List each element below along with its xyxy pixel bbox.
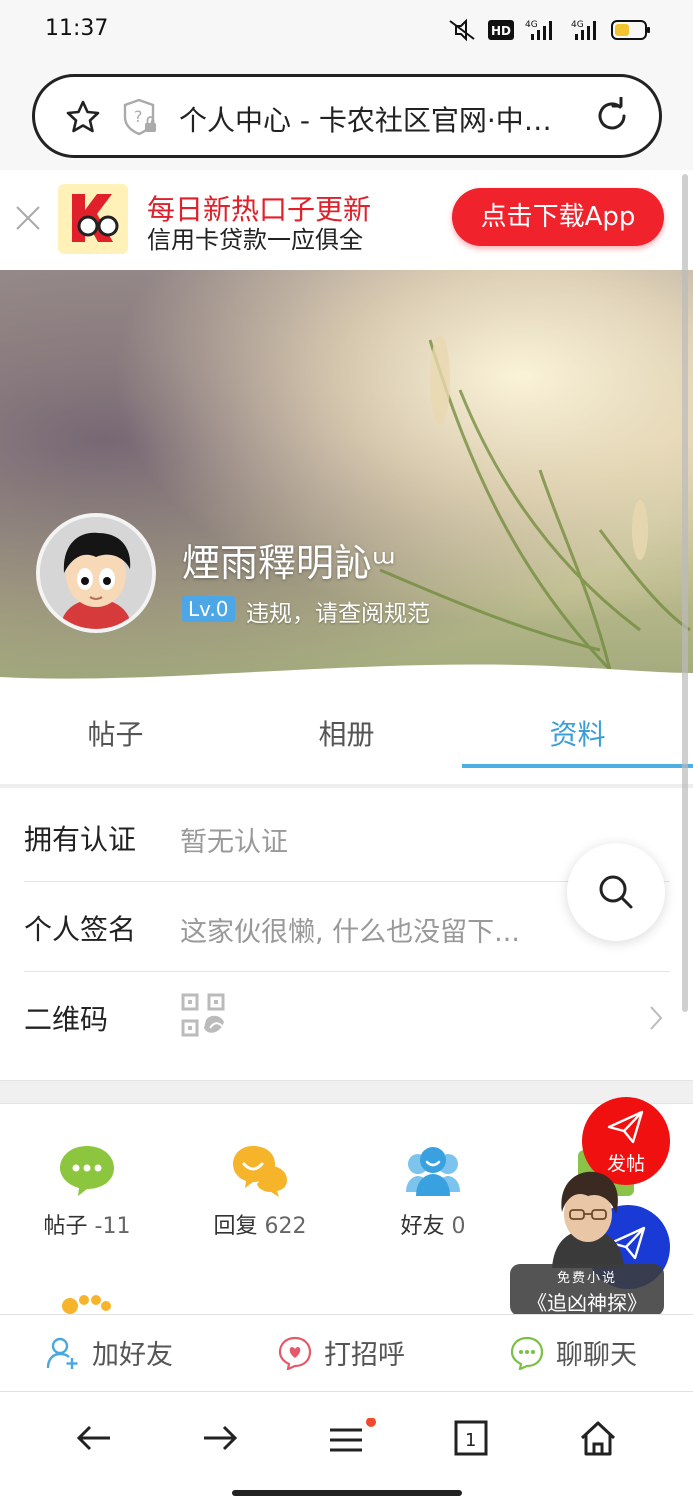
active-tab-indicator — [462, 764, 693, 768]
profile-cover: 煙雨釋明訫ᵚ Lv.0 违规，请查阅规范 — [0, 270, 693, 695]
app-logo — [58, 184, 128, 254]
signal-4g-icon-2: 4G — [567, 18, 601, 42]
menu-icon[interactable] — [326, 1417, 378, 1466]
stat-replies-label: 回复 622 — [213, 1214, 307, 1239]
profile-action-bar: 加好友 打招呼 聊聊天 — [0, 1314, 693, 1392]
signal-4g-icon: 4G — [525, 18, 557, 42]
forward-arrow-icon[interactable] — [200, 1418, 240, 1462]
novel-free-label: 免费小说 — [556, 1271, 617, 1286]
svg-text:4G: 4G — [525, 20, 538, 30]
qr-code-label: 二维码 — [24, 1003, 109, 1036]
novel-ad-widget[interactable]: 免费小说 《追凶神探》 — [510, 1168, 664, 1318]
page-title[interactable]: 个人中心 - 卡农社区官网·中… — [179, 99, 579, 139]
hd-icon: HD — [487, 19, 515, 41]
novel-title: 《追凶神探》 — [527, 1291, 647, 1315]
signature-value: 这家伙很懒, 什么也没留下... — [180, 917, 520, 948]
svg-text:1: 1 — [465, 1430, 476, 1451]
chat-label: 聊聊天 — [556, 1340, 637, 1371]
mute-icon — [447, 18, 477, 42]
add-user-icon — [46, 1337, 78, 1369]
speech-bubble-icon — [60, 1146, 114, 1196]
greet-label: 打招呼 — [324, 1340, 405, 1371]
certification-value: 暂无认证 — [180, 827, 288, 858]
stat-friends-label: 好友 0 — [400, 1214, 466, 1239]
heart-bubble-icon — [278, 1336, 312, 1370]
tab-profile-info[interactable]: 资料 — [462, 713, 693, 753]
certification-label: 拥有认证 — [24, 823, 137, 856]
reload-icon[interactable] — [593, 96, 631, 139]
search-icon — [599, 875, 633, 909]
tab-albums[interactable]: 相册 — [231, 713, 462, 753]
section-divider — [0, 1080, 693, 1104]
svg-text:HD: HD — [491, 24, 511, 38]
app-download-banner: 每日新热口子更新 信用卡贷款一应俱全 点击下载App — [0, 170, 693, 270]
browser-toolbar: ? 个人中心 - 卡农社区官网·中… — [0, 62, 693, 170]
qr-code-icon[interactable] — [180, 992, 226, 1042]
home-icon[interactable] — [578, 1418, 618, 1462]
stat-friends[interactable]: 好友 0 — [363, 1144, 503, 1240]
send-icon — [607, 1110, 644, 1144]
avatar[interactable] — [36, 513, 156, 633]
svg-text:?: ? — [134, 107, 143, 126]
download-app-button[interactable]: 点击下载App — [452, 188, 664, 246]
stat-posts[interactable]: 帖子 -11 — [17, 1144, 157, 1240]
qr-code-row[interactable]: 二维码 — [24, 972, 670, 1062]
ad-subtitle: 信用卡贷款一应俱全 — [147, 226, 363, 254]
chat-bubbles-icon — [233, 1146, 287, 1197]
cover-wave — [0, 664, 693, 695]
friends-icon — [406, 1147, 460, 1196]
svg-text:4G: 4G — [571, 20, 584, 30]
stat-replies[interactable]: 回复 622 — [190, 1144, 330, 1240]
address-bar[interactable]: ? 个人中心 - 卡农社区官网·中… — [32, 74, 662, 158]
tab-posts[interactable]: 帖子 — [0, 713, 231, 753]
username: 煙雨釋明訫ᵚ — [182, 541, 396, 585]
chevron-right-icon — [648, 1004, 664, 1036]
status-icons: HD 4G 4G — [447, 18, 651, 42]
level-badge: Lv.0 — [182, 596, 235, 622]
battery-icon — [611, 19, 651, 41]
close-icon[interactable] — [14, 204, 42, 236]
signature-label: 个人签名 — [24, 913, 137, 946]
novel-caption: 免费小说 《追凶神探》 — [510, 1264, 664, 1316]
security-shield-icon[interactable]: ? — [123, 97, 159, 141]
bookmark-star-icon[interactable] — [65, 99, 101, 139]
scrollbar[interactable] — [682, 174, 688, 1012]
search-button[interactable] — [567, 843, 665, 941]
paw-icon — [60, 1294, 114, 1314]
browser-nav-bar: 1 — [0, 1392, 693, 1500]
add-friend-label: 加好友 — [92, 1340, 173, 1371]
status-time: 11:37 — [45, 16, 109, 41]
profile-tabs: 帖子 相册 资料 — [0, 695, 693, 788]
home-indicator — [232, 1490, 462, 1496]
greet-button[interactable]: 打招呼 — [278, 1333, 405, 1372]
stat-posts-label: 帖子 -11 — [43, 1214, 131, 1239]
chat-icon — [510, 1336, 544, 1370]
chat-button[interactable]: 聊聊天 — [510, 1333, 637, 1372]
tabs-icon[interactable]: 1 — [454, 1418, 490, 1462]
character-portrait — [552, 1171, 624, 1268]
add-friend-button[interactable]: 加好友 — [46, 1333, 173, 1372]
violation-notice[interactable]: 违规，请查阅规范 — [246, 594, 430, 628]
back-arrow-icon[interactable] — [74, 1418, 114, 1462]
status-bar: 11:37 HD 4G 4G — [0, 0, 693, 62]
